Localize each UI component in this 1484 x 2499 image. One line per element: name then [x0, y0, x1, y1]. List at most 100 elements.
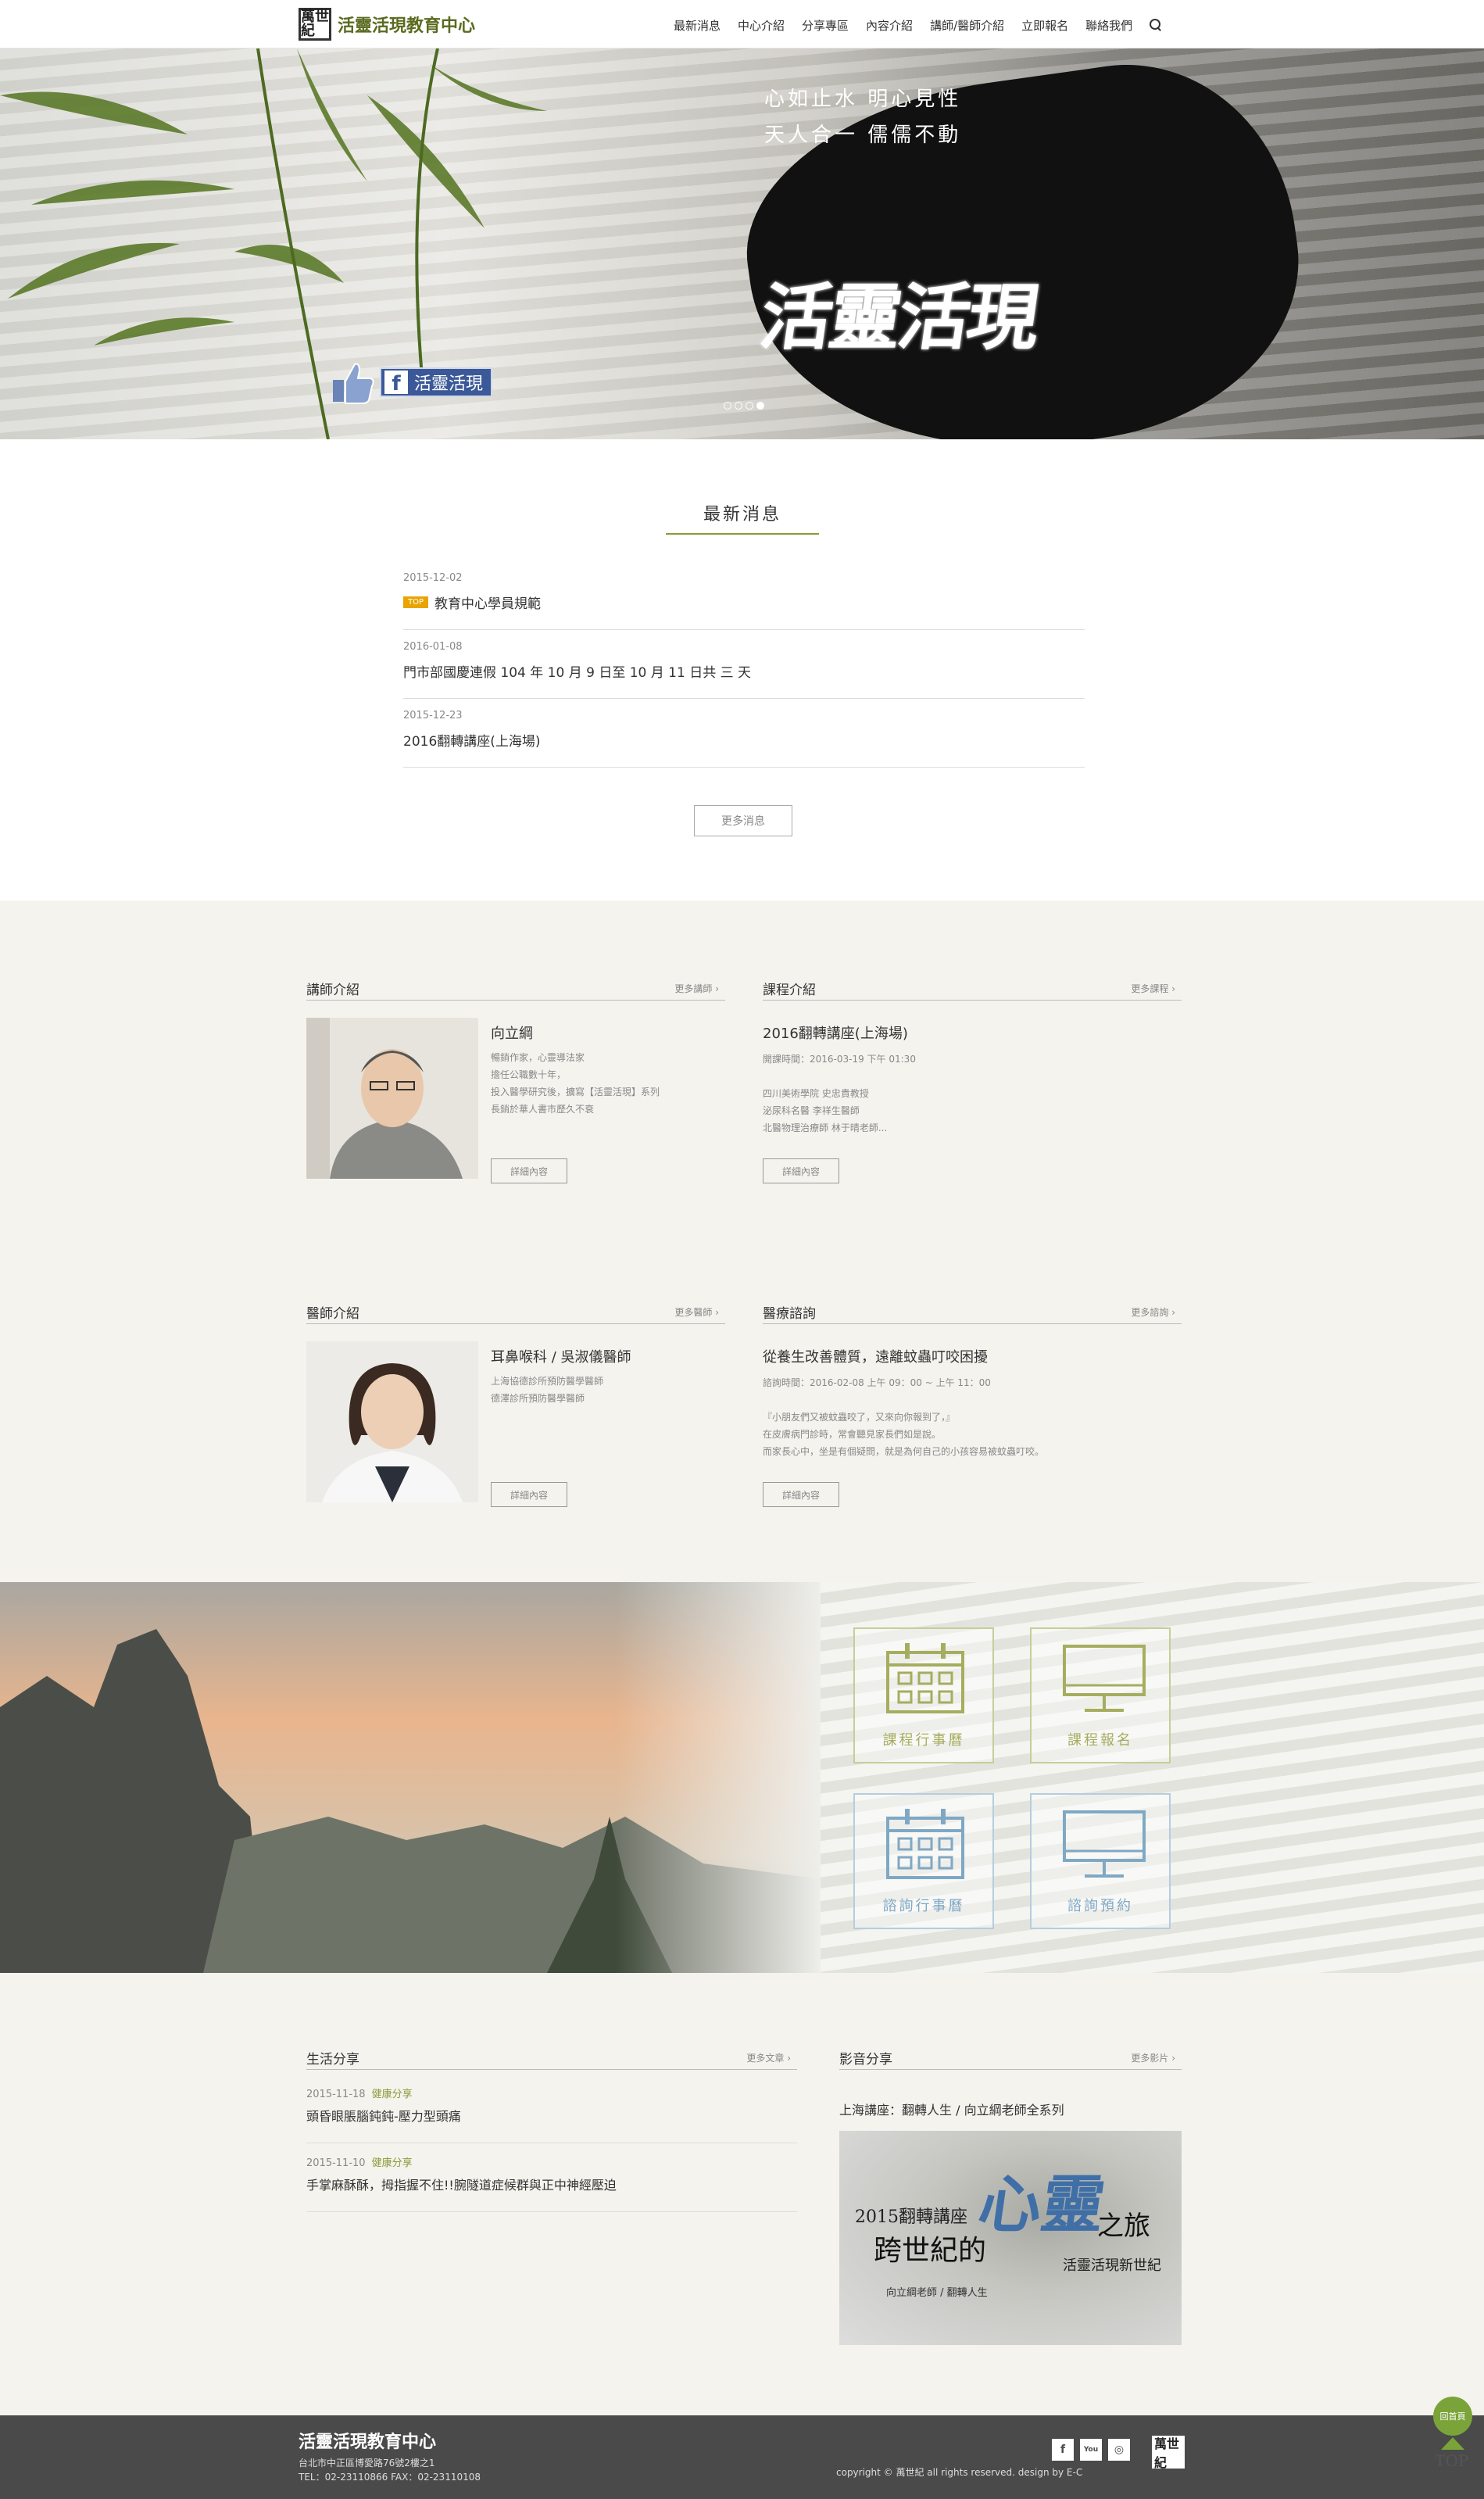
intro-section: 講師介紹 更多講師 › 向立綱 暢銷作家，心靈導法家 擔任公職數十年， 投入醫學研究後… — [0, 900, 1484, 1582]
lecturer-heading: 講師介紹 — [306, 983, 359, 998]
course-signup-tile[interactable]: 課程報名 — [1030, 1627, 1171, 1763]
up-arrow-icon — [1441, 2437, 1464, 2450]
category-tag: 健康分享 — [371, 2089, 413, 2100]
nav-share[interactable]: 分享專區 — [802, 17, 849, 34]
news-title[interactable]: 2016翻轉講座(上海場) — [403, 730, 541, 750]
lecturer-detail-button[interactable]: 詳細內容 — [491, 1158, 567, 1183]
facebook-icon[interactable]: f — [1052, 2439, 1074, 2461]
consult-block: 醫療諮詢 更多諮詢 › 從養生改善體質，遠離蚊蟲叮咬困擾 諮詢時間：2016-02… — [763, 1301, 1182, 1520]
news-date: 2016-01-08 — [403, 641, 463, 653]
slider-dot[interactable] — [724, 402, 731, 410]
consult-booking-tile[interactable]: 諮詢預約 — [1030, 1793, 1171, 1929]
footer-logo-seal: 萬世紀 — [1152, 2436, 1185, 2470]
poster-text: 2015翻轉講座 — [855, 2207, 967, 2227]
life-block: 生活分享 更多文章 › — [306, 2046, 797, 2078]
back-to-top-button[interactable]: 回首頁 TOP — [1433, 2397, 1472, 2475]
doctor-detail-button[interactable]: 詳細內容 — [491, 1482, 567, 1507]
slider-dots — [724, 402, 764, 410]
course-block: 課程介紹 更多課程 › 2016翻轉講座(上海場) 開課時間：2016-03-19… — [763, 977, 1182, 1196]
doctor-heading: 醫師介紹 — [306, 1306, 359, 1322]
youtube-icon[interactable]: You — [1080, 2439, 1102, 2461]
news-item[interactable]: 2016-01-08 門市部國慶連假 104 年 10 月 9 日至 10 月 … — [403, 630, 1085, 699]
facebook-button-label: 活靈活現 — [414, 374, 484, 394]
footer-address: 台北市中正區博愛路76號2樓之1 — [299, 2458, 435, 2469]
consult-calendar-tile[interactable]: 諮詢行事曆 — [853, 1793, 994, 1929]
video-caption[interactable]: 上海講座：翻轉人生 / 向立綱老師全系列 — [839, 2100, 1064, 2118]
poster-text: 向立綱老師 / 翻轉人生 — [886, 2287, 988, 2299]
course-name[interactable]: 2016翻轉講座(上海場) — [763, 1022, 908, 1043]
hero-tagline-2: 天人合一 儒儒不動 — [764, 124, 962, 147]
doctor-desc: 上海協德診所預防醫學醫師 德澤診所預防醫學醫師 — [491, 1376, 604, 1404]
site-header: 萬世紀 活靈活現教育中心 最新消息 中心介紹 分享專區 內容介紹 講師/醫師介紹… — [0, 0, 1484, 48]
search-icon[interactable] — [1150, 19, 1162, 31]
more-lecturers-link[interactable]: 更多講師 › — [674, 982, 719, 995]
life-meta: 2015-11-10 健康分享 — [306, 2157, 413, 2169]
consult-name[interactable]: 從養生改善體質，遠離蚊蟲叮咬困擾 — [763, 1346, 988, 1366]
life-title[interactable]: 手掌麻酥酥，拇指握不住!!腕隧道症候群與正中神經壓迫 — [306, 2175, 617, 2193]
life-item[interactable]: 2015-11-10 健康分享 手掌麻酥酥，拇指握不住!!腕隧道症候群與正中神經壓… — [306, 2143, 797, 2212]
more-articles-link[interactable]: 更多文章 › — [746, 2051, 791, 2064]
tile-label: 課程行事曆 — [882, 1732, 965, 1749]
tile-label: 課程報名 — [1067, 1732, 1133, 1749]
poster-text: 活靈活現新世紀 — [1063, 2257, 1161, 2274]
poster-text: 心靈 — [974, 2168, 1110, 2241]
facebook-fanpage-link[interactable]: f 活靈活現 — [331, 360, 493, 405]
video-block: 影音分享 更多影片 › — [839, 2046, 1258, 2078]
home-circle[interactable]: 回首頁 — [1433, 2397, 1472, 2436]
consult-time: 諮詢時間：2016-02-08 上午 09：00 ~ 上午 11：00 — [763, 1377, 991, 1388]
site-logo[interactable]: 萬世紀 活靈活現教育中心 — [299, 6, 486, 42]
slider-dot[interactable] — [735, 402, 742, 410]
more-consults-link[interactable]: 更多諮詢 › — [1131, 1305, 1175, 1319]
news-item[interactable]: 2015-12-02 TOP 教育中心學員規範 — [403, 561, 1085, 630]
news-date: 2015-12-02 — [403, 572, 463, 584]
tile-label: 諮詢行事曆 — [882, 1898, 965, 1914]
monitor-icon — [1063, 1810, 1146, 1878]
doctor-photo — [306, 1341, 478, 1502]
consult-detail-button[interactable]: 詳細內容 — [763, 1482, 839, 1507]
instagram-icon[interactable]: ◎ — [1108, 2439, 1130, 2461]
category-tag: 健康分享 — [371, 2157, 413, 2169]
facebook-icon: f — [384, 371, 408, 394]
life-title[interactable]: 頭昏眼脹腦鈍鈍-壓力型頭痛 — [306, 2106, 461, 2125]
news-date: 2015-12-23 — [403, 710, 463, 721]
news-title[interactable]: 門市部國慶連假 104 年 10 月 9 日至 10 月 11 日共 三 天 — [403, 661, 751, 681]
poster-text: 之旅 — [1097, 2211, 1150, 2242]
consult-heading: 醫療諮詢 — [763, 1306, 816, 1322]
social-links: f You ◎ — [1052, 2439, 1130, 2461]
site-footer: 活靈活現教育中心 台北市中正區博愛路76號2樓之1 TEL：02-2311086… — [0, 2415, 1484, 2499]
nav-content[interactable]: 內容介紹 — [866, 17, 913, 34]
hero-tagline-1: 心如止水 明心見性 — [764, 88, 962, 111]
nav-about[interactable]: 中心介紹 — [738, 17, 785, 34]
footer-site-name: 活靈活現教育中心 — [299, 2432, 437, 2452]
slider-dot[interactable] — [746, 402, 753, 410]
poster-text: 跨世紀的 — [874, 2235, 987, 2267]
nav-lecturers[interactable]: 講師/醫師介紹 — [930, 17, 1004, 34]
more-videos-link[interactable]: 更多影片 › — [1131, 2051, 1175, 2064]
tile-label: 諮詢預約 — [1067, 1898, 1133, 1914]
logo-seal: 萬世紀 — [299, 8, 331, 41]
lecturer-photo — [306, 1018, 478, 1179]
news-title[interactable]: 教育中心學員規範 — [434, 593, 541, 612]
top-label: TOP — [1435, 2451, 1469, 2470]
nav-news[interactable]: 最新消息 — [674, 17, 721, 34]
course-heading: 課程介紹 — [763, 983, 816, 998]
life-item[interactable]: 2015-11-18 健康分享 頭昏眼脹腦鈍鈍-壓力型頭痛 — [306, 2075, 797, 2143]
nav-signup[interactable]: 立即報名 — [1021, 17, 1068, 34]
video-thumbnail[interactable]: 2015翻轉講座 跨世紀的 心靈 之旅 活靈活現新世紀 向立綱老師 / 翻轉人生 — [839, 2131, 1182, 2345]
thumbs-up-icon — [333, 363, 374, 404]
footer-phone: TEL：02-23110866 FAX：02-23110108 — [299, 2472, 481, 2483]
more-news-button[interactable]: 更多消息 — [694, 805, 792, 836]
course-calendar-tile[interactable]: 課程行事曆 — [853, 1627, 994, 1763]
copyright-text: copyright © 萬世紀 all rights reserved. des… — [836, 2467, 1083, 2478]
course-detail-button[interactable]: 詳細內容 — [763, 1158, 839, 1183]
slider-dot-active[interactable] — [756, 402, 764, 410]
life-heading: 生活分享 — [306, 2052, 359, 2068]
facebook-button[interactable]: f 活靈活現 — [380, 367, 493, 397]
more-doctors-link[interactable]: 更多醫師 › — [674, 1305, 719, 1319]
lecturer-name: 向立綱 — [491, 1026, 533, 1042]
nav-contact[interactable]: 聯絡我們 — [1085, 17, 1132, 34]
news-item[interactable]: 2015-12-23 2016翻轉講座(上海場) — [403, 699, 1085, 768]
more-courses-link[interactable]: 更多課程 › — [1131, 982, 1175, 995]
doctor-block: 醫師介紹 更多醫師 › 耳鼻喉科 / 吳淑儀醫師 上海協德診所預防醫學醫師 德澤診所… — [306, 1301, 725, 1520]
life-meta: 2015-11-18 健康分享 — [306, 2089, 413, 2100]
